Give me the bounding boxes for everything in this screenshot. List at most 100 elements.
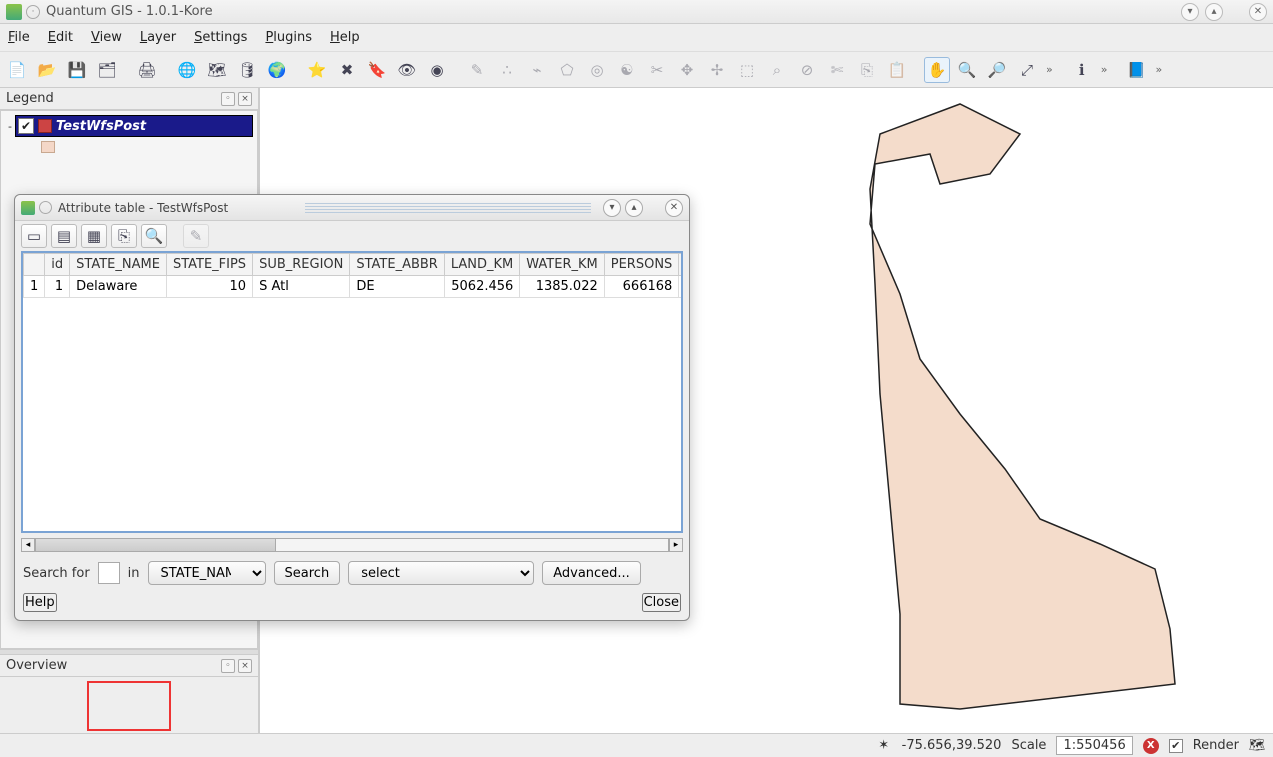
dialog-menu-icon[interactable] bbox=[39, 201, 52, 214]
copy-icon[interactable]: ⎘ bbox=[854, 57, 880, 83]
menu-settings[interactable]: Settings bbox=[194, 30, 247, 45]
dialog-close-button[interactable]: ✕ bbox=[665, 199, 683, 217]
legend-close-icon[interactable]: × bbox=[238, 92, 252, 106]
search-field-select[interactable]: STATE_NAME bbox=[148, 561, 266, 585]
crs-status-icon[interactable]: 🗺 bbox=[1249, 738, 1265, 754]
col-id[interactable]: id bbox=[45, 254, 70, 276]
new-bookmark-icon[interactable]: ⭐ bbox=[304, 57, 330, 83]
eye-refresh-icon[interactable]: ◉ bbox=[424, 57, 450, 83]
add-wms-icon[interactable]: 🌍 bbox=[264, 57, 290, 83]
col-persons[interactable]: PERSONS bbox=[604, 254, 679, 276]
split-icon[interactable]: ✂ bbox=[644, 57, 670, 83]
select-icon[interactable]: ⬚ bbox=[734, 57, 760, 83]
toggle-edit-icon[interactable]: ✎ bbox=[183, 224, 209, 248]
show-bookmarks-icon[interactable]: 🔖 bbox=[364, 57, 390, 83]
table-row[interactable]: 1 1 Delaware 10 S Atl DE 5062.456 1385.0… bbox=[24, 276, 684, 298]
delete-bookmark-icon[interactable]: ✖ bbox=[334, 57, 360, 83]
maximize-button[interactable]: ▴ bbox=[1205, 3, 1223, 21]
overview-close-icon[interactable]: × bbox=[238, 659, 252, 673]
menu-file[interactable]: File bbox=[8, 30, 30, 45]
legend-shade-icon[interactable]: ◦ bbox=[221, 92, 235, 106]
col-state-name[interactable]: STATE_NAME bbox=[70, 254, 167, 276]
pan-icon[interactable]: ✋ bbox=[924, 57, 950, 83]
search-for-label: Search for bbox=[23, 566, 90, 581]
add-ring-icon[interactable]: ◎ bbox=[584, 57, 610, 83]
copy-rows-icon[interactable]: ⎘ bbox=[111, 224, 137, 248]
cut-icon[interactable]: ✄ bbox=[824, 57, 850, 83]
toolbar-overflow-1[interactable]: » bbox=[1044, 63, 1055, 76]
close-button[interactable]: Close bbox=[642, 593, 681, 612]
scroll-left-icon[interactable]: ◂ bbox=[21, 538, 35, 552]
dialog-titlebar[interactable]: Attribute table - TestWfsPost ▾ ▴ ✕ bbox=[15, 195, 689, 221]
zoom-full-icon[interactable]: ⤢ bbox=[1014, 57, 1040, 83]
close-window-button[interactable]: ✕ bbox=[1249, 3, 1267, 21]
capture-line-icon[interactable]: ⌁ bbox=[524, 57, 550, 83]
open-project-icon[interactable]: 📂 bbox=[34, 57, 60, 83]
menu-help[interactable]: Help bbox=[330, 30, 360, 45]
layer-visibility-checkbox[interactable]: ✔ bbox=[18, 118, 34, 134]
zoom-selection-icon[interactable]: ⌕ bbox=[764, 57, 790, 83]
paste-icon[interactable]: 📋 bbox=[884, 57, 910, 83]
col-familie[interactable]: FAMILIE bbox=[679, 254, 683, 276]
scale-input[interactable]: 1:550456 bbox=[1056, 736, 1132, 755]
capture-point-icon[interactable]: ∴ bbox=[494, 57, 520, 83]
eye-show-icon[interactable]: 👁 bbox=[394, 57, 420, 83]
add-db-icon[interactable]: 🛢 bbox=[234, 57, 260, 83]
add-raster-icon[interactable]: 🗺 bbox=[204, 57, 230, 83]
zoom-in-icon[interactable]: 🔍 bbox=[954, 57, 980, 83]
col-sub-region[interactable]: SUB_REGION bbox=[253, 254, 350, 276]
minimize-button[interactable]: ▾ bbox=[1181, 3, 1199, 21]
legend-label: Legend bbox=[6, 91, 54, 106]
add-island-icon[interactable]: ☯ bbox=[614, 57, 640, 83]
col-state-abbr[interactable]: STATE_ABBR bbox=[350, 254, 445, 276]
stop-render-icon[interactable]: X bbox=[1143, 738, 1159, 754]
layer-item[interactable]: ✔ TestWfsPost bbox=[15, 115, 253, 137]
col-state-fips[interactable]: STATE_FIPS bbox=[166, 254, 252, 276]
move-vertex-icon[interactable]: ✥ bbox=[674, 57, 700, 83]
help-button[interactable]: Help bbox=[23, 593, 57, 612]
add-vector-icon[interactable]: 🌐 bbox=[174, 57, 200, 83]
search-button[interactable]: Search bbox=[274, 561, 341, 585]
window-menu-icon[interactable]: · bbox=[26, 5, 40, 19]
zoom-out-icon[interactable]: 🔎 bbox=[984, 57, 1010, 83]
toolbar-overflow-2[interactable]: » bbox=[1099, 63, 1110, 76]
col-rownum[interactable] bbox=[24, 254, 45, 276]
dialog-max-button[interactable]: ▴ bbox=[625, 199, 643, 217]
layer-name: TestWfsPost bbox=[56, 119, 146, 134]
zoom-to-selected-icon[interactable]: 🔍 bbox=[141, 224, 167, 248]
capture-polygon-icon[interactable]: ⬠ bbox=[554, 57, 580, 83]
save-icon[interactable]: 💾 bbox=[64, 57, 90, 83]
move-top-icon[interactable]: ▤ bbox=[51, 224, 77, 248]
table-hscrollbar[interactable]: ◂ ▸ bbox=[21, 537, 683, 553]
pencil-icon[interactable]: ✎ bbox=[464, 57, 490, 83]
layer-collapse-icon[interactable]: - bbox=[5, 120, 15, 133]
attribute-table[interactable]: id STATE_NAME STATE_FIPS SUB_REGION STAT… bbox=[21, 251, 683, 533]
menu-edit[interactable]: Edit bbox=[48, 30, 73, 45]
dialog-shade-button[interactable]: ▾ bbox=[603, 199, 621, 217]
print-icon[interactable]: 🖨 bbox=[134, 57, 160, 83]
identify-icon[interactable]: ℹ bbox=[1069, 57, 1095, 83]
help-book-icon[interactable]: 📘 bbox=[1123, 57, 1149, 83]
save-as-icon[interactable]: 🗂 bbox=[94, 57, 120, 83]
search-mode-select[interactable]: select bbox=[348, 561, 534, 585]
menu-layer[interactable]: Layer bbox=[140, 30, 176, 45]
scroll-right-icon[interactable]: ▸ bbox=[669, 538, 683, 552]
cell-water-km: 1385.022 bbox=[520, 276, 604, 298]
toolbar-overflow-3[interactable]: » bbox=[1153, 63, 1164, 76]
new-project-icon[interactable]: 📄 bbox=[4, 57, 30, 83]
col-water-km[interactable]: WATER_KM bbox=[520, 254, 604, 276]
scroll-track[interactable] bbox=[35, 538, 669, 552]
scroll-thumb[interactable] bbox=[36, 539, 276, 551]
overview-shade-icon[interactable]: ◦ bbox=[221, 659, 235, 673]
col-land-km[interactable]: LAND_KM bbox=[444, 254, 519, 276]
menu-view[interactable]: View bbox=[91, 30, 122, 45]
move-feature-icon[interactable]: ✢ bbox=[704, 57, 730, 83]
render-checkbox[interactable]: ✔ bbox=[1169, 739, 1183, 753]
search-text-input[interactable] bbox=[98, 562, 120, 584]
menu-plugins[interactable]: Plugins bbox=[265, 30, 312, 45]
projection-icon[interactable]: ✶ bbox=[876, 738, 892, 754]
advanced-button[interactable]: Advanced... bbox=[542, 561, 641, 585]
unselect-all-icon[interactable]: ▭ bbox=[21, 224, 47, 248]
delete-selected-icon[interactable]: ⊘ bbox=[794, 57, 820, 83]
invert-selection-icon[interactable]: ▦ bbox=[81, 224, 107, 248]
